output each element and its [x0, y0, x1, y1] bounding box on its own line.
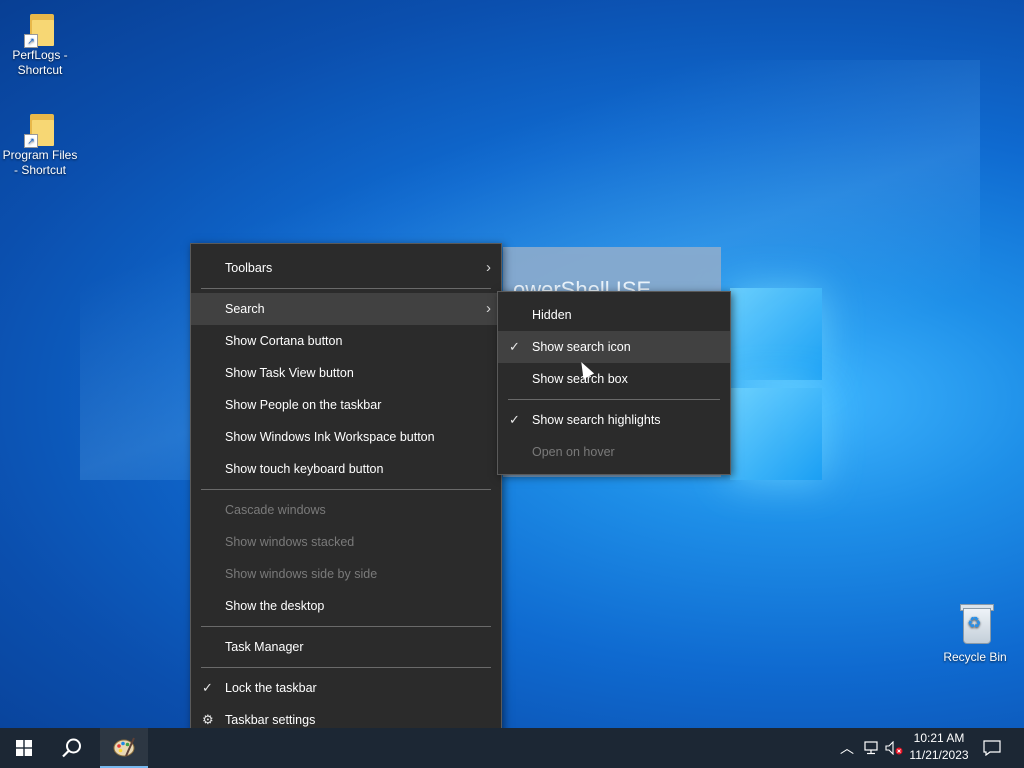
menu-separator: [508, 399, 720, 400]
menu-item-label: Show search highlights: [532, 413, 661, 427]
menu-item-show-cortana[interactable]: Show Cortana button: [191, 325, 501, 357]
desktop-icon-label: Recycle Bin: [943, 650, 1007, 664]
desktop-icon-perflogs[interactable]: ↗ PerfLogs - Shortcut: [0, 10, 80, 78]
network-icon: [864, 741, 878, 755]
desktop-icon-label: PerfLogs - Shortcut: [12, 48, 68, 77]
notification-icon: [983, 740, 1001, 756]
submenu-item-search-highlights[interactable]: ✓ Show search highlights: [498, 404, 730, 436]
start-button[interactable]: [0, 728, 48, 768]
menu-item-label: Show search icon: [532, 340, 631, 354]
volume-muted-icon: [885, 741, 903, 755]
menu-item-label: Toolbars: [225, 261, 273, 275]
menu-item-label: Open on hover: [532, 445, 615, 459]
menu-item-label: Cascade windows: [225, 503, 326, 517]
submenu-item-show-search-icon[interactable]: ✓ Show search icon: [498, 331, 730, 363]
menu-item-search[interactable]: Search ›: [191, 293, 501, 325]
menu-item-label: Show People on the taskbar: [225, 398, 382, 412]
desktop-icon-program-files[interactable]: ↗ Program Files - Shortcut: [0, 110, 80, 178]
menu-item-cascade-windows: Cascade windows: [191, 494, 501, 526]
folder-shortcut-icon: ↗: [24, 110, 54, 148]
menu-item-label: Show Windows Ink Workspace button: [225, 430, 435, 444]
menu-item-label: Show the desktop: [225, 599, 325, 613]
menu-item-show-desktop[interactable]: Show the desktop: [191, 590, 501, 622]
clock-time: 10:21 AM: [913, 731, 965, 745]
menu-item-windows-side-by-side: Show windows side by side: [191, 558, 501, 590]
submenu-item-hidden[interactable]: Hidden: [498, 299, 730, 331]
menu-item-task-manager[interactable]: Task Manager: [191, 631, 501, 663]
menu-item-show-touch-keyboard[interactable]: Show touch keyboard button: [191, 453, 501, 485]
submenu-item-open-on-hover: Open on hover: [498, 436, 730, 468]
menu-item-label: Search: [225, 302, 265, 316]
taskbar-context-menu: Toolbars › Search › Show Cortana button …: [190, 243, 502, 741]
search-submenu: Hidden ✓ Show search icon Show search bo…: [497, 291, 731, 475]
menu-item-label: Show touch keyboard button: [225, 462, 384, 476]
menu-item-label: Lock the taskbar: [225, 681, 317, 695]
menu-separator: [201, 288, 491, 289]
windows-start-icon: [16, 740, 32, 756]
folder-shortcut-icon: ↗: [24, 10, 54, 48]
submenu-item-show-search-box[interactable]: Show search box: [498, 363, 730, 395]
menu-separator: [201, 489, 491, 490]
tray-show-hidden-icons[interactable]: ︿: [836, 728, 858, 768]
checkmark-icon: ✓: [509, 339, 520, 354]
checkmark-icon: ✓: [509, 412, 520, 427]
desktop-icon-label: Program Files - Shortcut: [2, 148, 78, 177]
desktop-icon-recycle-bin[interactable]: ♻ Recycle Bin: [935, 602, 1015, 665]
search-button[interactable]: [48, 728, 96, 768]
menu-item-lock-taskbar[interactable]: ✓ Lock the taskbar: [191, 672, 501, 704]
menu-separator: [201, 626, 491, 627]
menu-item-label: Show windows stacked: [225, 535, 355, 549]
search-icon: [62, 738, 81, 758]
taskbar: ︿ 10:21 AM 11/21/2023: [0, 728, 1024, 768]
checkmark-icon: ✓: [202, 680, 213, 695]
menu-separator: [201, 667, 491, 668]
taskbar-app-paint[interactable]: [100, 728, 148, 768]
menu-item-label: Hidden: [532, 308, 572, 322]
menu-item-label: Taskbar settings: [225, 713, 316, 727]
menu-item-windows-stacked: Show windows stacked: [191, 526, 501, 558]
action-center-button[interactable]: [980, 728, 1004, 768]
chevron-right-icon: ›: [486, 300, 491, 317]
menu-item-show-task-view[interactable]: Show Task View button: [191, 357, 501, 389]
clock-date: 11/21/2023: [909, 748, 969, 762]
windows-logo-wallpaper: [730, 288, 824, 482]
paint-palette-icon: [113, 737, 135, 757]
taskbar-clock[interactable]: 10:21 AM 11/21/2023: [902, 730, 976, 764]
recycle-bin-icon: ♻: [955, 602, 995, 646]
menu-item-show-people[interactable]: Show People on the taskbar: [191, 389, 501, 421]
chevron-up-icon: ︿: [840, 740, 854, 756]
tray-network[interactable]: [860, 728, 882, 768]
menu-item-label: Task Manager: [225, 640, 304, 654]
chevron-right-icon: ›: [486, 259, 491, 276]
menu-item-label: Show windows side by side: [225, 567, 378, 581]
menu-item-label: Show Task View button: [225, 366, 354, 380]
menu-item-toolbars[interactable]: Toolbars ›: [191, 252, 501, 284]
menu-item-label: Show Cortana button: [225, 334, 343, 348]
menu-item-show-ink-workspace[interactable]: Show Windows Ink Workspace button: [191, 421, 501, 453]
